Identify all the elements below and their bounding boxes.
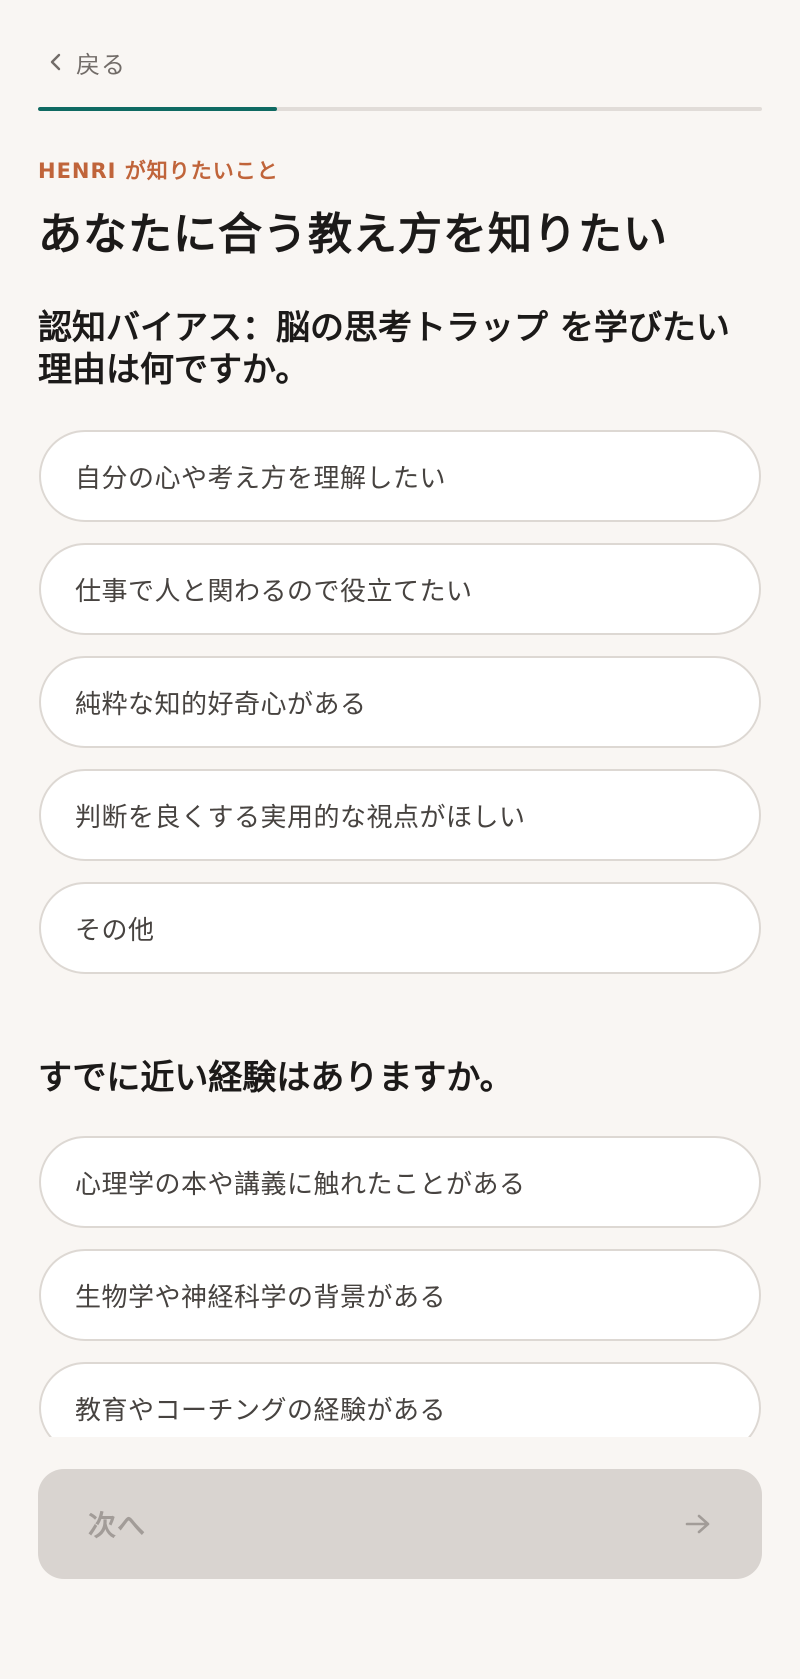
option-label: 純粋な知的好奇心がある [75, 689, 367, 720]
scroll-content[interactable]: HENRI が知りたいこと あなたに合う教え方を知りたい 認知バイアス：脳の思考… [0, 0, 800, 1437]
option-work-use[interactable]: 仕事で人と関わるので役立てたい [39, 543, 761, 635]
next-button-label: 次へ [88, 1509, 147, 1542]
option-coaching-experience[interactable]: 教育やコーチングの経験がある [39, 1362, 761, 1437]
option-psychology-books[interactable]: 心理学の本や講義に触れたことがある [39, 1136, 761, 1228]
option-other[interactable]: その他 [39, 882, 761, 974]
option-label: 心理学の本や講義に触れたことがある [75, 1169, 526, 1200]
option-label: 生物学や神経科学の背景がある [75, 1282, 447, 1313]
option-understand-mind[interactable]: 自分の心や考え方を理解したい [39, 430, 761, 522]
option-label: 教育やコーチングの経験がある [75, 1395, 447, 1426]
next-button[interactable]: 次へ [38, 1469, 762, 1579]
page-title: あなたに合う教え方を知りたい [38, 209, 668, 260]
option-better-judgment[interactable]: 判断を良くする実用的な視点がほしい [39, 769, 761, 861]
option-biology-background[interactable]: 生物学や神経科学の背景がある [39, 1249, 761, 1341]
option-curiosity[interactable]: 純粋な知的好奇心がある [39, 656, 761, 748]
arrow-right-icon [682, 1508, 714, 1540]
option-label: 判断を良くする実用的な視点がほしい [75, 802, 526, 833]
option-label: 仕事で人と関わるので役立てたい [75, 576, 473, 607]
question-reason: 認知バイアス：脳の思考トラップ を学びたい理由は何ですか。 [38, 308, 730, 390]
question-experience: すでに近い経験はありますか。 [38, 1058, 514, 1098]
option-label: 自分の心や考え方を理解したい [75, 463, 447, 494]
option-label: その他 [75, 915, 155, 946]
screen: 戻る HENRI が知りたいこと あなたに合う教え方を知りたい 認知バイアス：脳… [0, 0, 800, 1679]
eyebrow-label: HENRI が知りたいこと [38, 159, 279, 183]
